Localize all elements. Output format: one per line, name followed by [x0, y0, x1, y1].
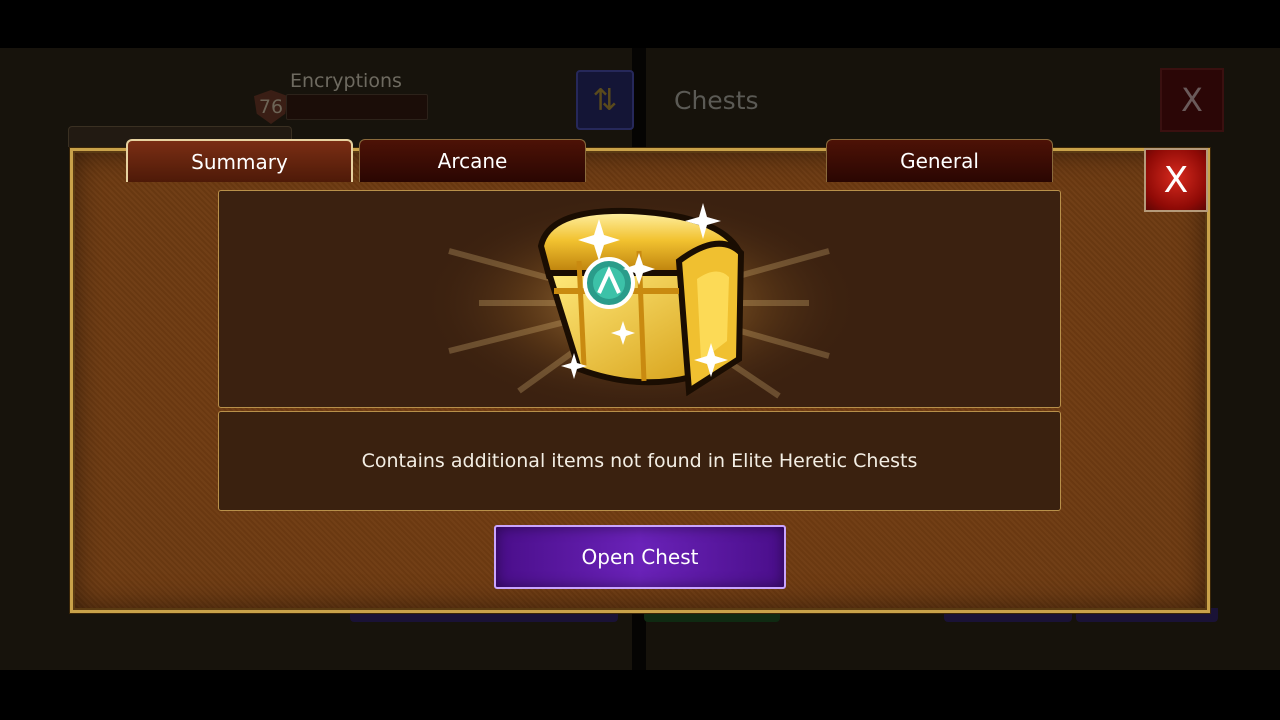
golden-chest-icon	[421, 193, 861, 407]
tab-summary[interactable]: Summary	[126, 139, 353, 182]
encryptions-label: Encryptions	[290, 70, 402, 92]
close-icon: X	[1163, 159, 1189, 201]
tab-arcane-label: Arcane	[437, 149, 508, 173]
chest-description: Contains additional items not found in E…	[361, 450, 918, 472]
tab-summary-label: Summary	[191, 149, 288, 174]
description-panel: Contains additional items not found in E…	[218, 411, 1061, 511]
player-level: 76	[258, 96, 284, 118]
tab-arcane[interactable]: Arcane	[359, 139, 586, 182]
chests-title: Chests	[674, 86, 759, 115]
sort-button[interactable]: ⇅	[576, 70, 634, 130]
sort-arrows-icon: ⇅	[592, 82, 618, 118]
open-chest-button[interactable]: Open Chest	[494, 525, 786, 589]
close-button[interactable]: X	[1144, 148, 1208, 212]
open-chest-label: Open Chest	[581, 545, 699, 569]
tab-general[interactable]: General	[826, 139, 1053, 182]
encryptions-progress-bar	[286, 94, 428, 120]
background-close-button[interactable]: X	[1160, 68, 1224, 132]
tab-general-label: General	[900, 149, 979, 173]
chest-image-panel	[218, 190, 1061, 408]
